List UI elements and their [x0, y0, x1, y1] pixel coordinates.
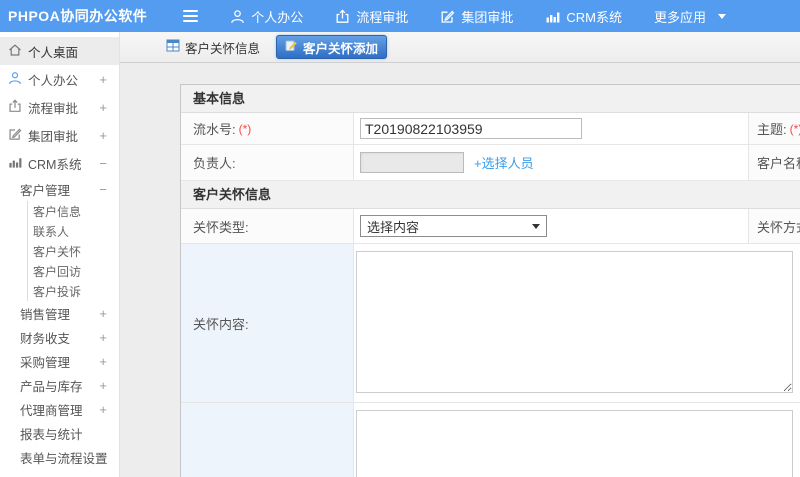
form-row-care-type: 关怀类型: 选择内容 关怀方式: — [181, 209, 800, 244]
sidebar-item-sales-mgmt[interactable]: 销售管理 + — [0, 301, 119, 325]
app-logo: PHPOA协同办公软件 — [8, 8, 148, 24]
extra-label — [181, 403, 354, 477]
nav-item-crm[interactable]: CRM系统 — [545, 7, 622, 26]
expand-toggle[interactable]: + — [99, 450, 107, 465]
customer-care-add-form: 基本信息 流水号: (*) 主题: (*) 负责人: — [180, 84, 800, 477]
care-content-textarea[interactable] — [356, 251, 793, 393]
form-row-serial: 流水号: (*) 主题: (*) — [181, 113, 800, 145]
nav-item-process-approval[interactable]: 流程审批 — [335, 7, 408, 26]
user-icon — [230, 9, 245, 24]
extra-field-cell — [354, 403, 800, 477]
sidebar-item-reports-stats[interactable]: 报表与统计 — [0, 421, 119, 445]
nav-item-label: CRM系统 — [566, 9, 622, 25]
chart-icon — [545, 9, 560, 24]
sidebar-item-customer-info[interactable]: 客户信息 — [28, 201, 119, 221]
edit-icon — [8, 127, 22, 144]
main-content: 客户关怀信息 客户关怀添加 基本信息 流水号: (*) T20190822103… — [120, 32, 800, 477]
form-row-extra — [181, 403, 800, 477]
expand-toggle[interactable]: + — [99, 128, 107, 143]
care-content-field-cell — [354, 244, 800, 402]
tab-label: 客户关怀添加 — [303, 41, 379, 56]
nav-item-personal-office[interactable]: 个人办公 — [230, 7, 303, 26]
sidebar-item-crm[interactable]: CRM系统 − — [0, 149, 119, 177]
tab-customer-care-info[interactable]: 客户关怀信息 — [158, 35, 268, 59]
nav-item-label: 流程审批 — [356, 9, 409, 25]
user-icon — [8, 71, 22, 88]
select-caret-icon — [532, 223, 540, 229]
sidebar-item-customer-complaint[interactable]: 客户投诉 — [28, 281, 119, 301]
owner-label: 负责人: — [181, 145, 354, 180]
sidebar-item-personal-office[interactable]: 个人办公 + — [0, 65, 119, 93]
form-row-care-content: 关怀内容: — [181, 244, 800, 403]
process-icon — [8, 98, 22, 116]
sidebar-item-group-approval[interactable]: 集团审批 + — [0, 121, 119, 149]
sidebar-item-products-inventory[interactable]: 产品与库存 + — [0, 373, 119, 397]
expand-toggle[interactable]: + — [99, 378, 107, 393]
nav-item-label: 个人办公 — [251, 9, 304, 25]
caret-down-icon — [717, 13, 726, 19]
subject-label: 主题: (*) — [749, 113, 800, 144]
required-marker: (*) — [789, 121, 800, 136]
tab-label: 客户关怀信息 — [185, 41, 261, 56]
tab-customer-care-add[interactable]: 客户关怀添加 — [276, 35, 388, 59]
serial-field-cell — [354, 113, 749, 144]
sidebar-item-personal-desktop[interactable]: 个人桌面 — [0, 37, 119, 65]
sidebar-item-agent-mgmt[interactable]: 代理商管理 + — [0, 397, 119, 421]
sidebar: 个人桌面 个人办公 + 流程审批 + 集团审批 + CRM系统 − 客户管理 −… — [0, 32, 120, 477]
collapse-toggle[interactable]: − — [99, 182, 107, 197]
customer-mgmt-submenu: 客户信息 联系人 客户关怀 客户回访 客户投诉 — [27, 201, 119, 301]
sidebar-item-admin-office[interactable]: 行政办公 + — [0, 469, 119, 477]
expand-toggle[interactable]: + — [99, 100, 107, 115]
home-icon — [8, 43, 22, 60]
owner-field-cell: +选择人员 — [354, 145, 749, 180]
expand-toggle[interactable]: + — [99, 402, 107, 417]
add-form-icon — [285, 39, 298, 55]
sidebar-item-form-workflow-settings[interactable]: 表单与流程设置 + — [0, 445, 119, 469]
table-icon — [166, 39, 180, 55]
required-marker: (*) — [238, 121, 252, 136]
select-personnel-link[interactable]: +选择人员 — [474, 153, 534, 172]
nav-item-more-apps[interactable]: 更多应用 — [654, 7, 726, 26]
care-type-field-cell: 选择内容 — [354, 209, 749, 243]
customer-name-label: 客户名称: (*) — [749, 145, 800, 180]
hamburger-menu-icon[interactable] — [183, 10, 199, 22]
nav-item-label: 更多应用 — [653, 9, 706, 25]
owner-input[interactable] — [360, 152, 464, 173]
expand-toggle[interactable]: + — [99, 306, 107, 321]
top-navbar: PHPOA协同办公软件 个人办公 流程审批 集团审批 CRM系统 更多应用 — [0, 0, 800, 32]
sidebar-item-customer-revisit[interactable]: 客户回访 — [28, 261, 119, 281]
sidebar-item-process-approval[interactable]: 流程审批 + — [0, 93, 119, 121]
sidebar-item-customer-care[interactable]: 客户关怀 — [28, 241, 119, 261]
nav-item-label: 集团审批 — [461, 9, 514, 25]
expand-toggle[interactable]: + — [99, 330, 107, 345]
tab-bar: 客户关怀信息 客户关怀添加 — [120, 32, 800, 63]
expand-toggle[interactable]: + — [99, 354, 107, 369]
sidebar-item-contacts[interactable]: 联系人 — [28, 221, 119, 241]
nav-item-group-approval[interactable]: 集团审批 — [440, 7, 513, 26]
extra-textarea[interactable] — [356, 410, 793, 477]
section-header-care-info: 客户关怀信息 — [181, 181, 800, 209]
sidebar-item-customer-mgmt[interactable]: 客户管理 − — [0, 177, 119, 201]
process-icon — [335, 8, 350, 24]
collapse-toggle[interactable]: − — [99, 156, 107, 171]
section-header-basic-info: 基本信息 — [181, 85, 800, 113]
form-row-owner: 负责人: +选择人员 客户名称: (*) — [181, 145, 800, 181]
chart-icon — [8, 155, 22, 172]
care-type-select[interactable]: 选择内容 — [360, 215, 547, 237]
sidebar-item-purchasing[interactable]: 采购管理 + — [0, 349, 119, 373]
serial-label: 流水号: (*) — [181, 113, 354, 144]
care-method-label: 关怀方式: — [749, 209, 800, 243]
edit-icon — [440, 9, 455, 24]
care-type-label: 关怀类型: — [181, 209, 354, 243]
expand-toggle[interactable]: + — [99, 72, 107, 87]
serial-input[interactable] — [360, 118, 582, 139]
sidebar-item-finance[interactable]: 财务收支 + — [0, 325, 119, 349]
care-content-label: 关怀内容: — [181, 244, 354, 402]
